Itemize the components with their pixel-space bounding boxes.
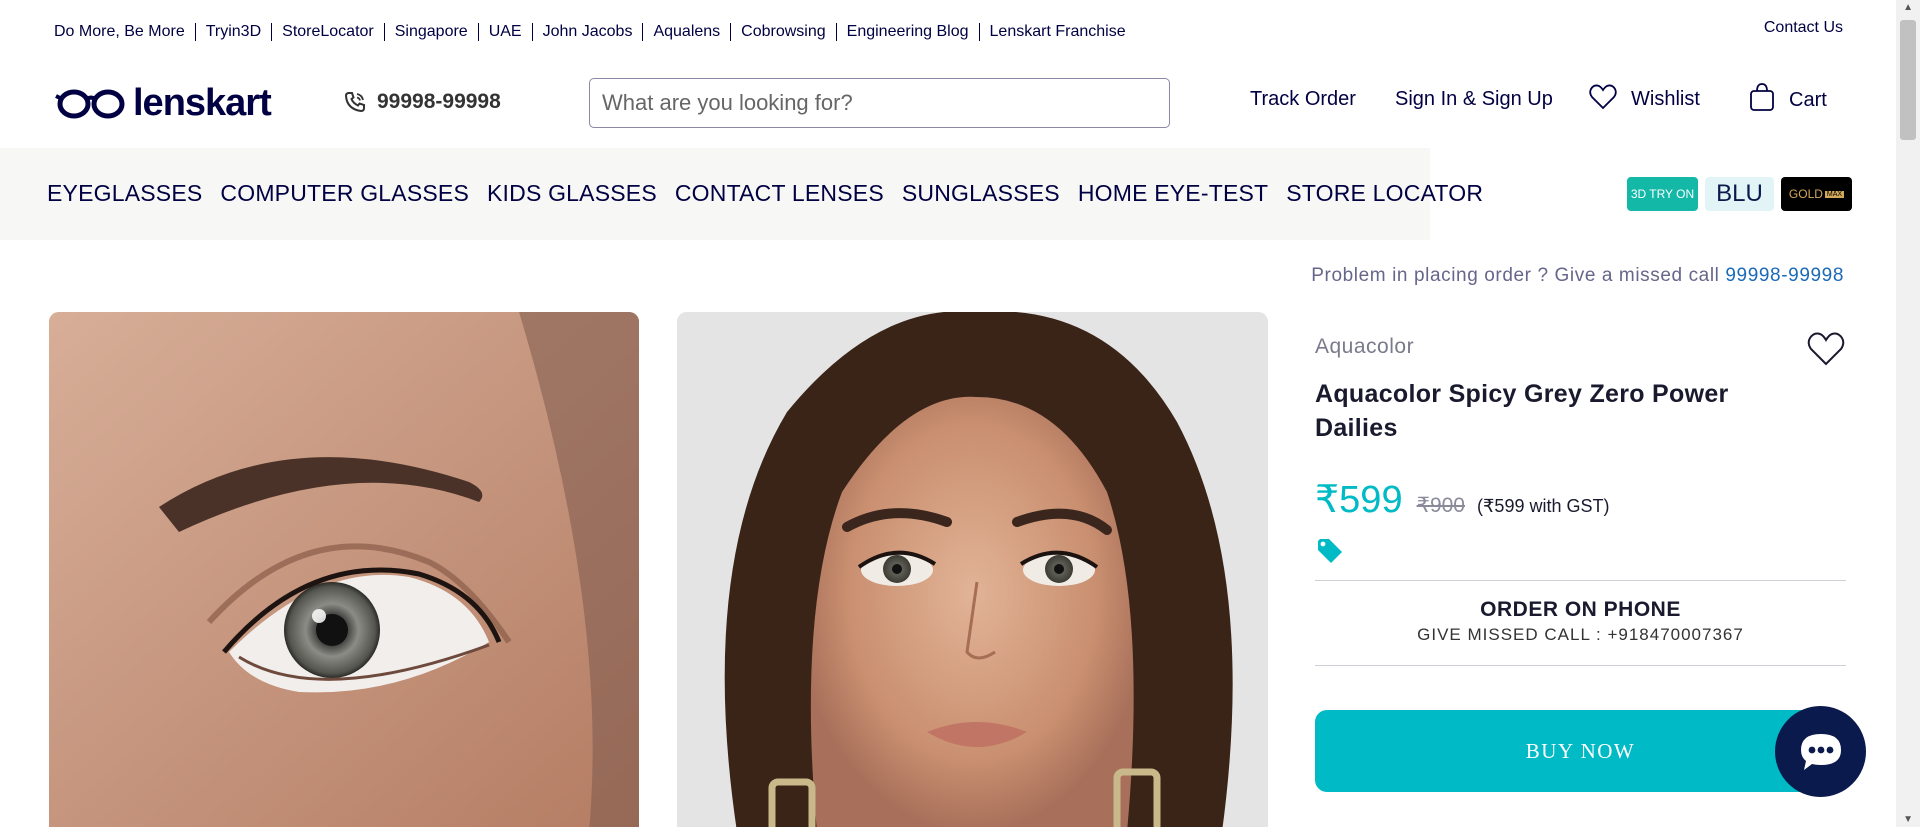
product-image-model[interactable]	[677, 312, 1268, 827]
phone-icon	[344, 92, 365, 113]
gst-note: (₹599 with GST)	[1476, 496, 1610, 516]
top-link-singapore[interactable]: Singapore	[383, 23, 478, 41]
category-home-eye-test[interactable]: HOME EYE-TEST	[1078, 180, 1268, 207]
top-link-storelocator[interactable]: StoreLocator	[271, 23, 384, 41]
top-link-uae[interactable]: UAE	[477, 23, 532, 41]
search-input[interactable]	[589, 78, 1170, 128]
divider	[1315, 665, 1846, 666]
badge-gold-max[interactable]: GOLD MAX	[1781, 177, 1852, 211]
category-store-locator[interactable]: STORE LOCATOR	[1286, 180, 1483, 207]
shopping-bag-icon	[1750, 83, 1774, 111]
top-link-aqualens[interactable]: Aqualens	[642, 23, 730, 41]
wishlist-link[interactable]: Wishlist	[1589, 83, 1700, 111]
order-on-phone: ORDER ON PHONE GIVE MISSED CALL : +91847…	[1315, 598, 1846, 645]
price-row: ₹599 ₹900 (₹599 with GST)	[1315, 477, 1609, 522]
top-link-cobrowsing[interactable]: Cobrowsing	[730, 23, 835, 41]
heart-icon	[1589, 84, 1617, 110]
scrollbar-thumb[interactable]	[1900, 20, 1916, 140]
price-tag-icon	[1318, 539, 1342, 563]
category-eyeglasses[interactable]: EYEGLASSES	[47, 180, 202, 207]
contact-us-link[interactable]: Contact Us	[1764, 19, 1843, 37]
track-order-link[interactable]: Track Order	[1250, 88, 1356, 111]
wishlist-label: Wishlist	[1631, 88, 1700, 110]
scroll-up-arrow[interactable]: ▲	[1903, 2, 1913, 13]
missed-call-text: Problem in placing order ? Give a missed…	[1311, 265, 1720, 286]
category-sunglasses[interactable]: SUNGLASSES	[902, 180, 1060, 207]
category-nav: EYEGLASSES COMPUTER GLASSES KIDS GLASSES…	[47, 180, 1501, 207]
eye-closeup-image	[49, 312, 639, 827]
missed-call-number[interactable]: 99998-99998	[1725, 265, 1844, 286]
model-portrait-image	[677, 312, 1268, 827]
sign-in-link[interactable]: Sign In & Sign Up	[1395, 88, 1553, 111]
top-links-bar: Do More, Be More Tryin3D StoreLocator Si…	[54, 22, 1136, 42]
phone-number: 99998-99998	[377, 90, 501, 113]
chat-bubble-icon	[1800, 733, 1841, 770]
product-wishlist-button[interactable]	[1807, 331, 1845, 372]
phone-contact[interactable]: 99998-99998	[343, 90, 501, 114]
glasses-logo-icon	[55, 89, 125, 118]
top-link-tryin3d[interactable]: Tryin3D	[194, 23, 271, 41]
missed-call-note: Problem in placing order ? Give a missed…	[1311, 265, 1844, 287]
product-brand: Aquacolor	[1315, 335, 1415, 358]
order-on-phone-number: GIVE MISSED CALL : +918470007367	[1417, 625, 1744, 644]
category-contact-lenses[interactable]: CONTACT LENSES	[675, 180, 884, 207]
current-price: ₹599	[1315, 479, 1403, 521]
scroll-down-arrow[interactable]: ▼	[1903, 814, 1913, 825]
category-computer-glasses[interactable]: COMPUTER GLASSES	[220, 180, 469, 207]
badge-gold-label: GOLD	[1788, 187, 1823, 201]
badge-gold-sub: MAX	[1824, 190, 1845, 198]
badge-blu[interactable]: BLU	[1705, 177, 1774, 211]
heart-icon	[1807, 332, 1845, 366]
logo-text: lenskart	[133, 82, 272, 124]
logo[interactable]: lenskart	[55, 82, 272, 125]
product-image-eye-closeup[interactable]	[49, 312, 639, 827]
original-price: ₹900	[1416, 494, 1465, 517]
cart-link[interactable]: Cart	[1749, 82, 1827, 112]
buy-now-button[interactable]: BUY NOW	[1315, 710, 1846, 792]
badge-3d-try-on[interactable]: 3D TRY ON	[1627, 177, 1698, 211]
category-kids-glasses[interactable]: KIDS GLASSES	[487, 180, 657, 207]
top-link-engineering-blog[interactable]: Engineering Blog	[835, 23, 979, 41]
page-scrollbar[interactable]: ▲ ▼	[1896, 0, 1920, 827]
order-on-phone-heading: ORDER ON PHONE	[1480, 598, 1681, 621]
top-link-franchise[interactable]: Lenskart Franchise	[978, 23, 1136, 41]
top-link-do-more[interactable]: Do More, Be More	[54, 23, 195, 41]
chat-button[interactable]	[1775, 706, 1866, 797]
product-title: Aquacolor Spicy Grey Zero Power Dailies	[1315, 380, 1729, 442]
divider	[1315, 580, 1846, 581]
offer-tag-icon[interactable]	[1316, 538, 1344, 569]
top-link-john-jacobs[interactable]: John Jacobs	[531, 23, 643, 41]
cart-label: Cart	[1789, 88, 1827, 111]
